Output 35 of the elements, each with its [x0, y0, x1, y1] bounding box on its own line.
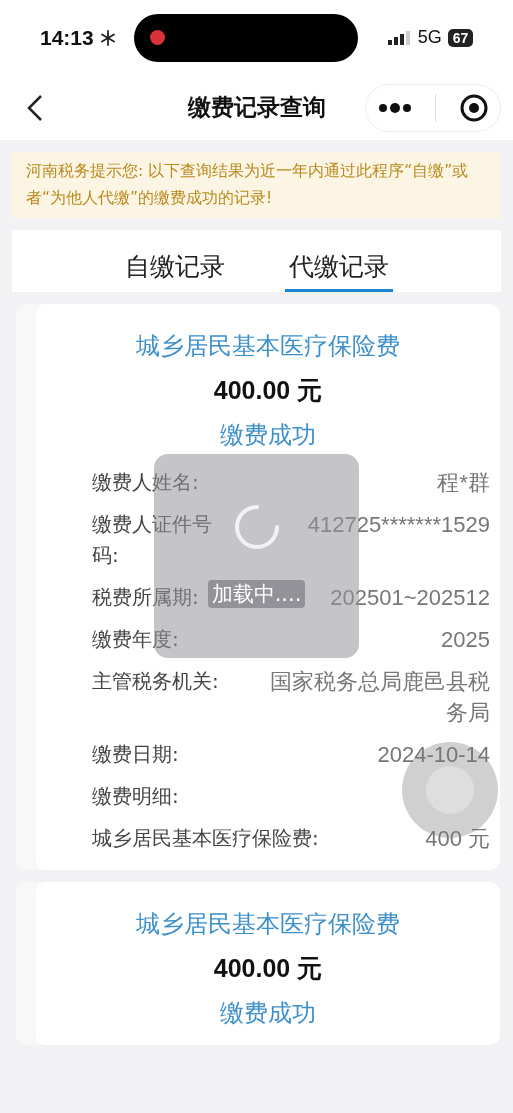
more-icon[interactable] — [377, 101, 412, 114]
field-label: 缴费人姓名: — [92, 469, 199, 496]
spinner-icon — [233, 504, 280, 550]
record-amount: 400.00 元 — [212, 375, 324, 406]
notice-banner: 河南税务提示您: 以下查询结果为近一年内通过此程序“自缴”或者“为他人代缴”的缴费成功的记录! — [12, 152, 501, 218]
back-icon[interactable] — [26, 93, 44, 122]
snowflake-icon — [99, 29, 116, 46]
detail-label: 城乡居民基本医疗保险费: — [92, 825, 319, 852]
detail-heading: 缴费明细: — [92, 783, 179, 810]
field-label: 缴费人证件号码: — [92, 511, 213, 569]
field-value: 202501~202512 — [330, 584, 490, 612]
page-title: 缴费记录查询 — [187, 93, 326, 122]
record-status: 缴费成功 — [219, 998, 317, 1029]
battery-indicator: 67 — [447, 28, 474, 47]
field-value: 程*群 — [437, 469, 490, 497]
record-tab[interactable]: 代缴记录 — [284, 250, 393, 292]
record-tab[interactable]: 自缴记录 — [120, 250, 229, 292]
status-time: 14:13 — [40, 25, 94, 50]
field-value: 2024-10-14 — [377, 741, 490, 769]
record-status: 缴费成功 — [219, 420, 317, 451]
field-label: 缴费日期: — [92, 741, 179, 768]
record-amount: 400.00 元 — [212, 953, 324, 984]
close-target-icon[interactable] — [458, 92, 489, 123]
loading-text: 加载中.... — [207, 580, 306, 608]
detail-value: 400 元 — [425, 825, 490, 853]
field-value: 412725*******1529 — [307, 511, 490, 539]
field-label: 主管税务机关: — [92, 668, 219, 695]
network-label: 5G — [417, 27, 442, 48]
field-label: 税费所属期: — [92, 584, 199, 611]
field-value: 国家税务总局鹿邑县税务局 — [269, 668, 490, 727]
record-title: 城乡居民基本医疗保险费 — [135, 331, 401, 362]
record-title: 城乡居民基本医疗保险费 — [135, 909, 401, 940]
signal-icon — [387, 29, 412, 46]
field-label: 缴费年度: — [92, 626, 179, 653]
field-value: 2025 — [441, 626, 490, 654]
